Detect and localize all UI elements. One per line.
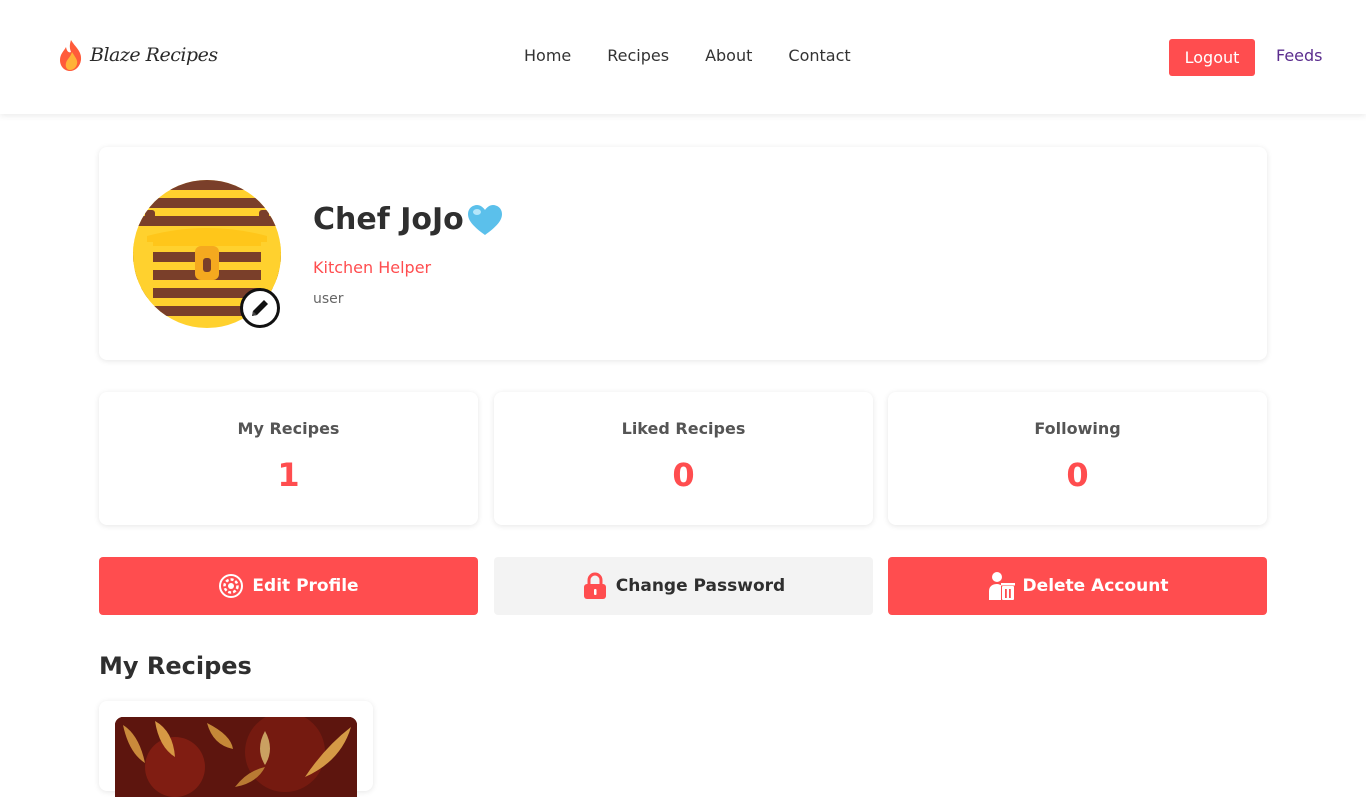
brand-name: Blaze Recipes	[90, 44, 218, 66]
delete-user-icon	[988, 572, 1015, 600]
profile-card: Chef JoJo Kitchen Helper user	[99, 147, 1267, 360]
recipe-card[interactable]	[99, 701, 373, 797]
delete-account-button[interactable]: Delete Account	[888, 557, 1267, 615]
nav-recipes[interactable]: Recipes	[607, 46, 669, 65]
brand-logo[interactable]: Blaze Recipes	[58, 38, 218, 72]
nav-contact[interactable]: Contact	[788, 46, 850, 65]
stat-value: 0	[672, 456, 695, 494]
change-password-label: Change Password	[615, 576, 786, 596]
nav-about[interactable]: About	[705, 46, 752, 65]
profile-role: Kitchen Helper	[313, 258, 432, 277]
edit-avatar-button[interactable]	[240, 288, 280, 328]
gear-icon	[219, 574, 244, 598]
stat-my-recipes: My Recipes 1	[99, 392, 478, 525]
my-recipes-heading: My Recipes	[99, 652, 252, 680]
edit-profile-button[interactable]: Edit Profile	[99, 557, 478, 615]
stat-value: 0	[1066, 456, 1089, 494]
lock-icon	[583, 572, 606, 599]
nav-home[interactable]: Home	[524, 46, 571, 65]
recipe-image	[115, 717, 357, 797]
delete-account-label: Delete Account	[1022, 576, 1169, 596]
pencil-icon	[252, 300, 268, 316]
stat-liked-recipes: Liked Recipes 0	[494, 392, 873, 525]
profile-name-text: Chef JoJo	[313, 202, 464, 237]
stat-value: 1	[277, 456, 300, 494]
stat-following: Following 0	[888, 392, 1267, 525]
heart-icon	[467, 204, 502, 235]
logout-button[interactable]: Logout	[1169, 39, 1255, 76]
change-password-button[interactable]: Change Password	[494, 557, 873, 615]
stat-label: Liked Recipes	[621, 419, 746, 438]
flame-icon	[60, 40, 82, 71]
main-nav: Home Recipes About Contact	[524, 46, 851, 65]
feeds-link[interactable]: Feeds	[1276, 46, 1323, 65]
edit-profile-label: Edit Profile	[252, 576, 359, 596]
top-navbar: Blaze Recipes Home Recipes About Contact…	[0, 0, 1366, 114]
stat-label: Following	[1034, 419, 1121, 438]
profile-type: user	[313, 291, 344, 307]
profile-name: Chef JoJo	[313, 202, 504, 237]
stat-label: My Recipes	[237, 419, 340, 438]
